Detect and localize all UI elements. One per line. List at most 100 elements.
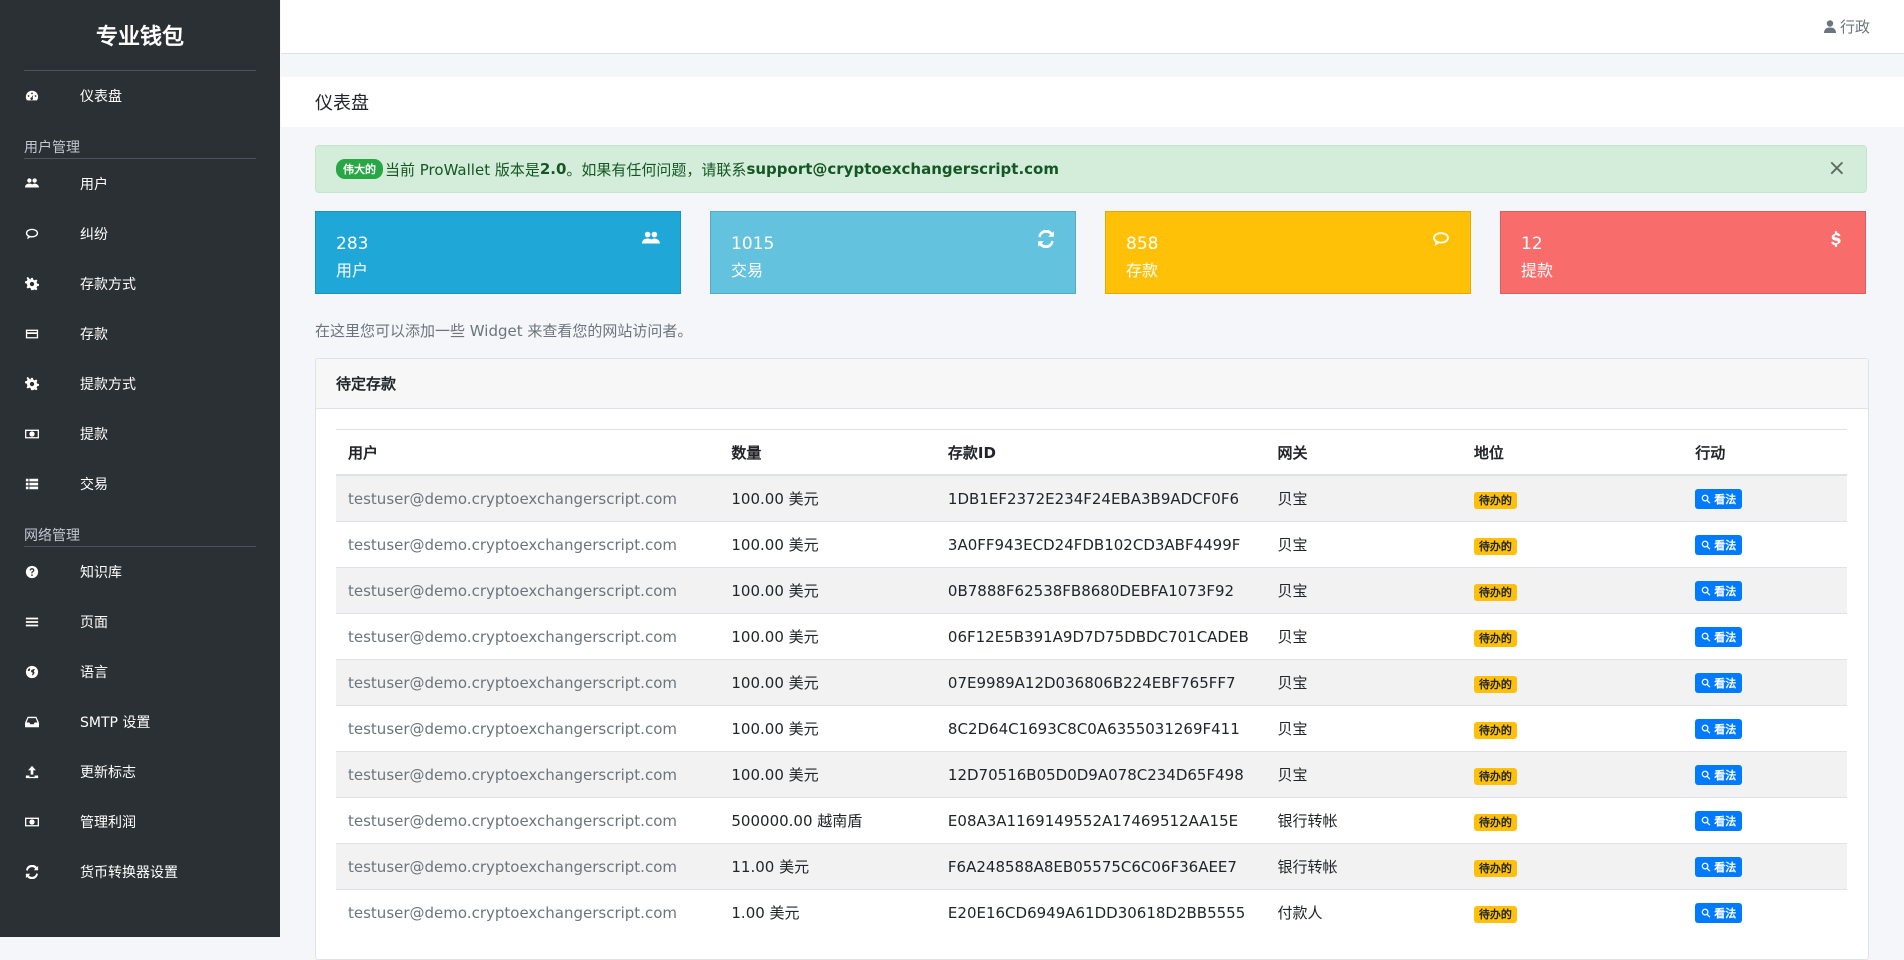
- sidebar-item[interactable]: 存款方式: [0, 259, 280, 309]
- sidebar-item[interactable]: 货币转换器设置: [0, 847, 280, 897]
- cell-gateway: 付款人: [1265, 889, 1462, 935]
- page-title: 仪表盘: [281, 77, 1904, 127]
- view-button-label: 看法: [1714, 492, 1737, 506]
- users-icon: [24, 176, 40, 192]
- stat-label: 提款: [1521, 261, 1554, 280]
- upload-icon: [24, 764, 40, 780]
- column-header: 地位: [1461, 429, 1684, 476]
- cell-gateway: 银行转帐: [1265, 843, 1462, 890]
- sidebar-item-label: 存款方式: [80, 277, 136, 293]
- widget-info-text: 在这里您可以添加一些 Widget 来查看您的网站访问者。: [315, 322, 693, 340]
- table-row: testuser@demo.cryptoexchangerscript.com …: [336, 474, 1847, 522]
- view-button[interactable]: 看法: [1695, 718, 1743, 739]
- cell-deposit-id: 12D70516B05D0D9A078C234D65F498: [935, 751, 1266, 798]
- view-button[interactable]: 看法: [1695, 580, 1743, 601]
- status-badge: 待办的: [1473, 767, 1517, 785]
- view-button[interactable]: 看法: [1695, 764, 1743, 785]
- sidebar-item[interactable]: SMTP 设置: [0, 697, 280, 747]
- status-badge: 待办的: [1473, 721, 1517, 739]
- cogs-icon: [24, 276, 40, 292]
- stat-box[interactable]: 283 用户: [315, 211, 681, 294]
- alert-text-1: 当前 ProWallet 版本是: [385, 160, 540, 179]
- stat-box[interactable]: 12 提款: [1500, 211, 1866, 294]
- table-row: testuser@demo.cryptoexchangerscript.com …: [336, 705, 1847, 752]
- status-badge: 待办的: [1473, 905, 1517, 923]
- cell-deposit-id: E20E16CD6949A61DD30618D2BB5555: [935, 889, 1266, 935]
- sidebar-item[interactable]: 语言: [0, 647, 280, 697]
- sidebar-item[interactable]: 知识库: [0, 547, 280, 597]
- sidebar-item[interactable]: 提款: [0, 409, 280, 459]
- table-row: testuser@demo.cryptoexchangerscript.com …: [336, 613, 1847, 660]
- cell-gateway: 银行转帐: [1265, 797, 1462, 844]
- sidebar-item[interactable]: 提款方式: [0, 359, 280, 409]
- stat-box[interactable]: 1015 交易: [710, 211, 1076, 294]
- cell-status: 待办的: [1461, 751, 1684, 798]
- cell-user: testuser@demo.cryptoexchangerscript.com: [336, 751, 720, 798]
- cell-deposit-id: 3A0FF943ECD24FDB102CD3ABF4499F: [935, 521, 1266, 568]
- sidebar-item[interactable]: 存款: [0, 309, 280, 359]
- cell-status: 待办的: [1461, 889, 1684, 935]
- brand-title[interactable]: 专业钱包: [24, 0, 256, 71]
- cell-user: testuser@demo.cryptoexchangerscript.com: [336, 659, 720, 706]
- alert-email: support@cryptoexchangerscript.com: [746, 160, 1059, 178]
- list-icon: [24, 476, 40, 492]
- search-icon: [1701, 816, 1711, 826]
- status-badge: 待办的: [1473, 537, 1517, 555]
- view-button[interactable]: 看法: [1695, 534, 1743, 555]
- sidebar-item-dashboard[interactable]: 仪表盘: [0, 71, 280, 121]
- globe-icon: [24, 664, 40, 680]
- view-button[interactable]: 看法: [1695, 626, 1743, 647]
- sidebar-item[interactable]: 用户: [0, 159, 280, 209]
- table-row: testuser@demo.cryptoexchangerscript.com …: [336, 567, 1847, 614]
- cell-action: 看法: [1683, 843, 1847, 890]
- card-title: 待定存款: [316, 359, 1868, 409]
- cell-action: 看法: [1683, 889, 1847, 935]
- cell-deposit-id: E08A3A1169149552A17469512AA15E: [935, 797, 1266, 844]
- status-badge: 待办的: [1473, 859, 1517, 877]
- view-button-label: 看法: [1714, 906, 1737, 920]
- view-button[interactable]: 看法: [1695, 902, 1743, 923]
- cell-gateway: 贝宝: [1265, 474, 1462, 522]
- cell-status: 待办的: [1461, 567, 1684, 614]
- status-badge: 待办的: [1473, 583, 1517, 601]
- search-icon: [1701, 908, 1711, 918]
- users-icon: [642, 230, 660, 252]
- close-icon[interactable]: ×: [1828, 158, 1846, 180]
- view-button[interactable]: 看法: [1695, 810, 1743, 831]
- column-header: 数量: [719, 429, 936, 476]
- cell-status: 待办的: [1461, 797, 1684, 844]
- cell-gateway: 贝宝: [1265, 613, 1462, 660]
- user-menu[interactable]: 行政: [1823, 16, 1870, 37]
- sidebar-item[interactable]: 交易: [0, 459, 280, 509]
- cell-gateway: 贝宝: [1265, 659, 1462, 706]
- sidebar-item[interactable]: 页面: [0, 597, 280, 647]
- view-button[interactable]: 看法: [1695, 856, 1743, 877]
- status-badge: 待办的: [1473, 675, 1517, 693]
- cell-amount: 100.00 美元: [719, 705, 936, 752]
- table-row: testuser@demo.cryptoexchangerscript.com …: [336, 843, 1847, 890]
- credit-card-icon: [24, 326, 40, 342]
- cell-gateway: 贝宝: [1265, 705, 1462, 752]
- sidebar-item-label: 页面: [80, 615, 108, 631]
- search-icon: [1701, 586, 1711, 596]
- sidebar-item[interactable]: 管理利润: [0, 797, 280, 847]
- cell-action: 看法: [1683, 521, 1847, 568]
- cell-action: 看法: [1683, 797, 1847, 844]
- stat-box[interactable]: 858 存款: [1105, 211, 1471, 294]
- search-icon: [1701, 770, 1711, 780]
- cell-amount: 100.00 美元: [719, 567, 936, 614]
- user-name: 行政: [1839, 18, 1870, 36]
- sidebar-item[interactable]: 纠纷: [0, 209, 280, 259]
- search-icon: [1701, 678, 1711, 688]
- view-button-label: 看法: [1714, 630, 1737, 644]
- stat-value: 858: [1126, 234, 1159, 254]
- cell-amount: 100.00 美元: [719, 474, 936, 522]
- view-button[interactable]: 看法: [1695, 672, 1743, 693]
- refresh-icon: [24, 864, 40, 880]
- sidebar-item-label: 提款方式: [80, 377, 136, 393]
- view-button[interactable]: 看法: [1695, 488, 1743, 509]
- sidebar-item[interactable]: 更新标志: [0, 747, 280, 797]
- cell-action: 看法: [1683, 613, 1847, 660]
- cell-user: testuser@demo.cryptoexchangerscript.com: [336, 797, 720, 844]
- table-row: testuser@demo.cryptoexchangerscript.com …: [336, 751, 1847, 798]
